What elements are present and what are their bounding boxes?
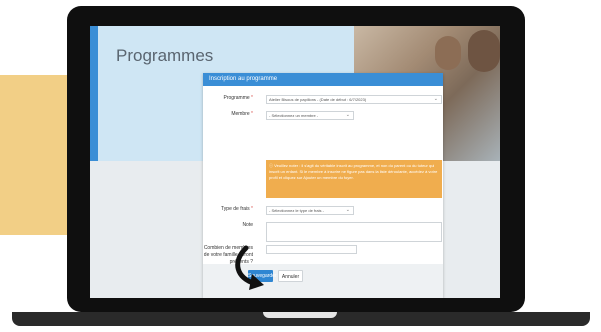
chevron-down-icon: ⌄ [345,207,350,213]
member-label: Membre * [231,111,253,117]
photo-child [435,36,461,70]
curved-arrow-icon [235,245,264,290]
program-label: Programme * [223,95,253,101]
program-select[interactable]: Atelier Bisous de papillons - (Date de d… [266,95,442,104]
laptop-notch [263,312,337,318]
chevron-down-icon: ⌄ [345,112,350,118]
fee-select[interactable]: - Sélectionnez le type de frais - ⌄ [266,206,354,215]
fee-label: Type de frais * [221,206,253,212]
page-title: Programmes [116,46,214,65]
note-textarea[interactable] [266,222,442,242]
banner-accent [90,26,98,161]
member-select[interactable]: - Sélectionnez un membre - ⌄ [266,111,354,120]
warning-alert: ⓘ Veuillez noter : il s'agit du véritabl… [266,160,442,198]
modal-header: Inscription au programme [203,73,443,86]
photo-person [468,30,500,72]
info-icon: ⓘ [269,163,273,168]
laptop-screen: Programmes Inscription au programme Prog… [90,26,500,298]
alert-text: Veuillez noter : il s'agit du véritable … [269,163,438,180]
chevron-down-icon: ⌄ [433,96,438,102]
note-label: Note [242,222,253,228]
